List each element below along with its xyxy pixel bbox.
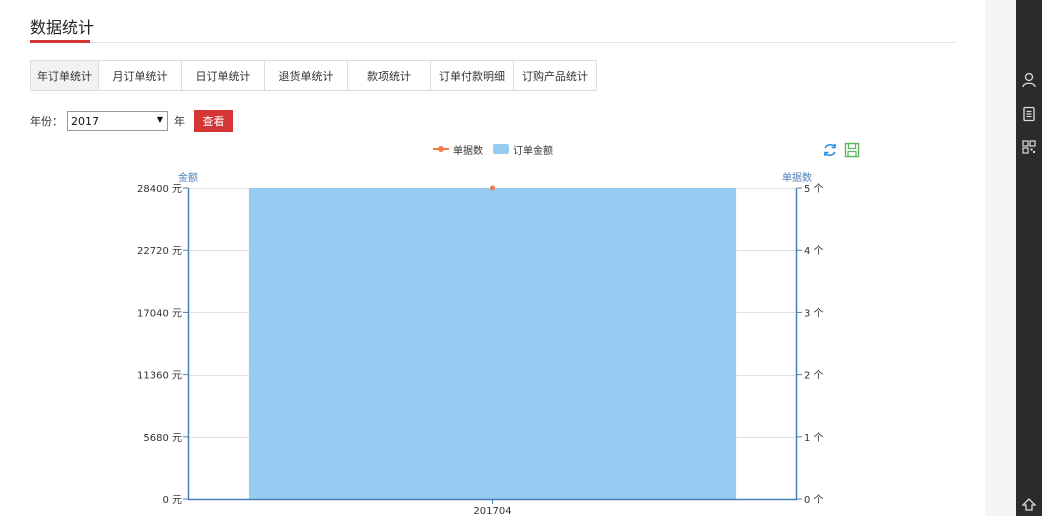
y-right-tick-label: 3 个: [804, 307, 824, 319]
y-left-tick-label: 5680 元: [143, 433, 182, 444]
right-toolbar: [1016, 0, 1042, 516]
document-icon[interactable]: [1021, 106, 1037, 122]
y-right-tick-label: 1 个: [804, 432, 824, 444]
qrcode-icon[interactable]: [1021, 139, 1037, 155]
y-left-tick-label: 22720 元: [137, 246, 182, 257]
y-right-tick-label: 2 个: [804, 370, 824, 382]
y-right-tick-label: 0 个: [804, 494, 824, 506]
y-left-tick-label: 28400 元: [137, 184, 182, 195]
y-right-tick-label: 5 个: [804, 183, 824, 195]
y-right-axis-title: 单据数: [782, 171, 812, 184]
main-content: 数据统计 年订单统计 月订单统计 日订单统计 退货单统计 款项统计 订单付款明细…: [0, 0, 985, 516]
y-left-tick-label: 11360 元: [137, 371, 182, 382]
y-right-tick-label: 4 个: [804, 245, 824, 257]
bar-order-amount: [248, 188, 737, 499]
x-tick-label: 201704: [473, 506, 511, 516]
back-to-top-icon[interactable]: [1021, 496, 1037, 512]
right-gutter: [985, 0, 1016, 516]
y-left-tick-label: 17040 元: [137, 308, 182, 319]
point-doc-count: [490, 185, 495, 191]
y-left-tick-label: 0 元: [162, 495, 182, 506]
y-left-axis-title: 金额: [178, 171, 198, 184]
order-chart: 0 元 5680 元 11360 元 17040 元 22720 元 28400 元 0 个…: [137, 171, 824, 516]
user-icon[interactable]: [1021, 72, 1037, 88]
